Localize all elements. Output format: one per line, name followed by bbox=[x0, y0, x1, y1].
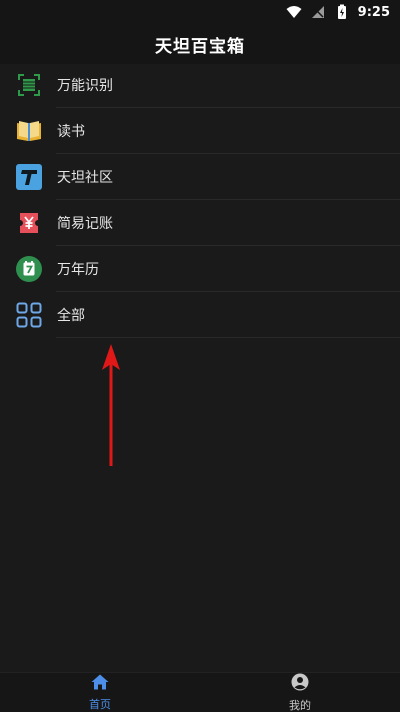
list-item-label: 万能识别 bbox=[57, 78, 113, 94]
calendar-icon bbox=[16, 256, 42, 282]
bottom-nav: 首页 我的 bbox=[0, 672, 400, 712]
status-bar: 9:25 bbox=[0, 0, 400, 24]
community-t-icon bbox=[16, 164, 42, 190]
scan-icon bbox=[16, 72, 42, 98]
nav-item-home[interactable]: 首页 bbox=[0, 673, 200, 712]
red-arrow-up-icon bbox=[102, 344, 120, 466]
list-item-label: 万年历 bbox=[57, 262, 99, 278]
status-time: 9:25 bbox=[357, 4, 390, 20]
app-bar: 天坦百宝箱 bbox=[0, 24, 400, 64]
nav-label-home: 首页 bbox=[89, 697, 111, 711]
list-item-ledger[interactable]: 简易记账 bbox=[0, 200, 400, 246]
list-item-label: 全部 bbox=[57, 308, 85, 324]
nav-label-profile: 我的 bbox=[289, 698, 311, 712]
home-icon bbox=[91, 674, 109, 694]
book-icon bbox=[16, 118, 42, 144]
list-item-scan[interactable]: 万能识别 bbox=[0, 62, 400, 108]
feature-list: 万能识别 读书 天坦社区 简易记账 万年历 全部 bbox=[0, 62, 400, 338]
nav-item-profile[interactable]: 我的 bbox=[200, 673, 400, 712]
grid-icon bbox=[16, 302, 42, 328]
list-item-label: 简易记账 bbox=[57, 216, 113, 232]
battery-charging-icon bbox=[334, 4, 350, 20]
list-item-label: 天坦社区 bbox=[57, 170, 113, 186]
list-item-community[interactable]: 天坦社区 bbox=[0, 154, 400, 200]
list-item-calendar[interactable]: 万年历 bbox=[0, 246, 400, 292]
signal-icon bbox=[310, 4, 326, 20]
list-item-label: 读书 bbox=[57, 124, 85, 140]
page-title: 天坦百宝箱 bbox=[155, 36, 245, 57]
ledger-yen-icon bbox=[16, 210, 42, 236]
profile-icon bbox=[291, 673, 309, 695]
list-item-reading[interactable]: 读书 bbox=[0, 108, 400, 154]
wifi-icon bbox=[286, 4, 302, 20]
list-item-all[interactable]: 全部 bbox=[0, 292, 400, 338]
